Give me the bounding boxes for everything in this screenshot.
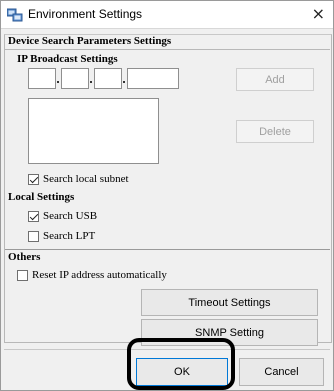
- divider: [5, 249, 330, 250]
- ip-octet-1-input[interactable]: [28, 68, 56, 89]
- close-icon[interactable]: ×: [312, 4, 325, 24]
- checkbox-label: Search LPT: [43, 230, 96, 242]
- checkbox-box[interactable]: [28, 210, 39, 222]
- ip-octet-4-input[interactable]: [127, 68, 179, 89]
- search-local-subnet-checkbox[interactable]: Search local subnet: [28, 173, 129, 185]
- footer-divider: [4, 349, 330, 350]
- local-settings-heading: Local Settings: [8, 191, 75, 203]
- ip-dot-1: [57, 81, 59, 83]
- reset-ip-checkbox[interactable]: Reset IP address automatically: [17, 269, 167, 281]
- timeout-settings-button[interactable]: Timeout Settings: [141, 289, 318, 316]
- ip-octet-2-input[interactable]: [61, 68, 89, 89]
- snmp-setting-button[interactable]: SNMP Setting: [141, 319, 318, 346]
- ip-broadcast-heading: IP Broadcast Settings: [17, 53, 118, 65]
- ip-address-list[interactable]: [28, 98, 159, 164]
- environment-settings-dialog: Environment Settings × Device Search Par…: [0, 0, 334, 391]
- checkbox-label: Search local subnet: [43, 173, 129, 185]
- checkbox-label: Reset IP address automatically: [32, 269, 167, 281]
- checkbox-box[interactable]: [28, 173, 39, 185]
- title-bar: Environment Settings ×: [1, 1, 333, 29]
- dialog-title: Environment Settings: [28, 7, 143, 21]
- others-heading: Others: [8, 251, 41, 263]
- settings-app-icon: [7, 8, 23, 22]
- search-lpt-checkbox[interactable]: Search LPT: [28, 230, 95, 242]
- checkbox-label: Search USB: [43, 210, 98, 222]
- checkbox-box[interactable]: [28, 230, 39, 242]
- ip-dot-3: [123, 81, 125, 83]
- ip-octet-3-input[interactable]: [94, 68, 122, 89]
- ip-dot-2: [90, 81, 92, 83]
- divider: [5, 49, 330, 50]
- cancel-button[interactable]: Cancel: [239, 358, 324, 386]
- device-search-heading: Device Search Parameters Settings: [8, 35, 172, 47]
- add-button[interactable]: Add: [236, 68, 314, 91]
- ok-button[interactable]: OK: [136, 358, 228, 386]
- delete-button[interactable]: Delete: [236, 120, 314, 143]
- search-usb-checkbox[interactable]: Search USB: [28, 210, 97, 222]
- checkbox-box[interactable]: [17, 269, 28, 281]
